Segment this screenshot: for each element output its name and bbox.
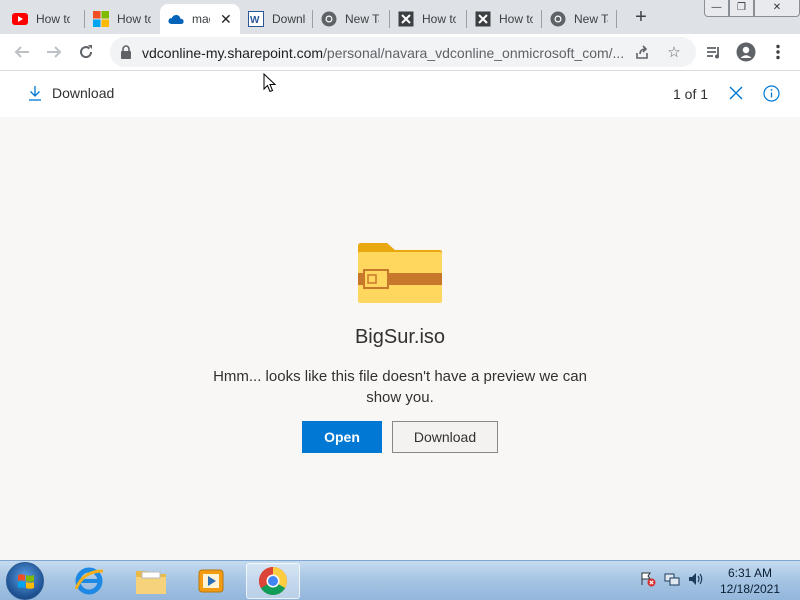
system-tray [640, 571, 704, 587]
page-count: 1 of 1 [673, 86, 709, 102]
document-icon: W [248, 11, 264, 27]
minimize-button[interactable]: — [704, 0, 729, 17]
download-button[interactable]: Download [392, 421, 498, 453]
file-name: BigSur.iso [354, 326, 446, 348]
new-tab-button[interactable]: + [630, 6, 652, 28]
media-player-icon [198, 569, 224, 593]
profile-button[interactable] [734, 40, 758, 64]
windows-logo-icon [18, 574, 34, 589]
clock-date: 12/18/2021 [719, 582, 781, 596]
file-viewer-header: Download 1 of 1 [0, 71, 800, 117]
header-download-button[interactable]: Download [28, 85, 114, 101]
tab-youtube[interactable]: How to Install macOS Big Sur on VirtualB… [4, 4, 84, 34]
reload-button[interactable] [74, 40, 98, 64]
mouse-cursor-icon [263, 72, 277, 98]
tab-onedrive[interactable]: macOS Big Sur - OneDrive ✕ [160, 4, 240, 34]
internet-explorer-icon [74, 567, 104, 595]
lock-icon [120, 45, 132, 64]
header-download-label: Download [52, 85, 115, 101]
open-button[interactable]: Open [302, 421, 382, 453]
tab-title: How to Install macOS Big Sur on VirtualB… [36, 12, 70, 26]
start-button[interactable] [6, 562, 44, 600]
close-window-button[interactable]: ✕ [754, 0, 800, 17]
tab-howto-1[interactable]: How to Install macOS Big Sur on VirtualB… [390, 4, 466, 34]
windows-taskbar: 6:31 AM 12/18/2021 [0, 560, 800, 600]
more-vertical-icon [776, 44, 780, 60]
tab-microsoft[interactable]: How to Install macOS Big Sur on VirtualB… [85, 4, 159, 34]
close-tab-icon[interactable]: ✕ [220, 11, 232, 28]
tab-title: How to Install macOS Big Sur on VirtualB… [499, 12, 533, 26]
window-controls: — ❐ ✕ [704, 0, 800, 18]
taskbar-internet-explorer[interactable] [62, 563, 116, 599]
menu-button[interactable] [766, 40, 790, 64]
tab-title: Download macOS Big Sur ISO [272, 12, 306, 26]
media-control-button[interactable] [702, 40, 726, 64]
close-icon [729, 86, 743, 100]
url-path: /personal/navara_vdconline_onmicrosoft_c… [323, 45, 625, 61]
chrome-icon [321, 11, 337, 27]
tab-howto-2[interactable]: How to Install macOS Big Sur on VirtualB… [467, 4, 541, 34]
microsoft-icon [93, 11, 109, 27]
share-icon[interactable] [632, 42, 652, 62]
network-icon[interactable] [664, 571, 680, 587]
info-button[interactable] [762, 84, 780, 102]
tab-title: How to Install macOS Big Sur on VirtualB… [422, 12, 456, 26]
x-icon [475, 11, 491, 27]
tab-download[interactable]: W Download macOS Big Sur ISO [240, 4, 312, 34]
taskbar-chrome[interactable] [246, 563, 300, 599]
star-icon[interactable]: ☆ [664, 42, 684, 62]
tab-new-1[interactable]: New Tab [313, 4, 389, 34]
address-bar[interactable]: vdconline-my.sharepoint.com/personal/nav… [110, 37, 696, 67]
clock-time: 6:31 AM [727, 566, 773, 580]
tab-new-2[interactable]: New Tab [542, 4, 616, 34]
no-preview-message: Hmm... looks like this file doesn't have… [213, 368, 587, 406]
close-viewer-button[interactable] [727, 84, 745, 102]
queue-music-icon [707, 47, 719, 59]
arrow-right-icon [47, 46, 62, 58]
taskbar-file-explorer[interactable] [124, 563, 178, 599]
tab-title: New Tab [574, 12, 608, 26]
chrome-icon [259, 567, 287, 595]
zip-folder-icon [357, 242, 443, 309]
file-preview-area: BigSur.iso Hmm... looks like this file d… [0, 117, 800, 560]
reload-icon [80, 45, 93, 59]
browser-toolbar: vdconline-my.sharepoint.com/personal/nav… [0, 34, 800, 71]
avatar-icon [736, 42, 756, 62]
volume-icon[interactable] [688, 571, 704, 587]
taskbar-media-player[interactable] [184, 563, 238, 599]
download-icon [28, 85, 42, 101]
url-text: vdconline-my.sharepoint.com/personal/nav… [142, 45, 632, 61]
action-center-icon[interactable] [640, 571, 656, 587]
url-host: vdconline-my.sharepoint.com [142, 45, 324, 61]
svg-text:W: W [250, 15, 260, 26]
x-icon [398, 11, 414, 27]
chrome-icon [550, 11, 566, 27]
tab-title: macOS Big Sur - OneDrive [192, 12, 210, 26]
browser-tab-strip: How to Install macOS Big Sur on VirtualB… [0, 0, 800, 34]
tab-title: New Tab [345, 12, 379, 26]
tab-title: How to Install macOS Big Sur on VirtualB… [117, 12, 151, 26]
restore-button[interactable]: ❐ [729, 0, 754, 17]
onedrive-icon [168, 11, 184, 27]
folder-icon [136, 571, 166, 594]
back-button[interactable] [10, 40, 34, 64]
youtube-icon [12, 11, 28, 27]
forward-button[interactable] [42, 40, 66, 64]
arrow-left-icon [14, 46, 29, 58]
info-icon [762, 84, 780, 102]
system-clock[interactable]: 6:31 AM 12/18/2021 [712, 565, 788, 597]
